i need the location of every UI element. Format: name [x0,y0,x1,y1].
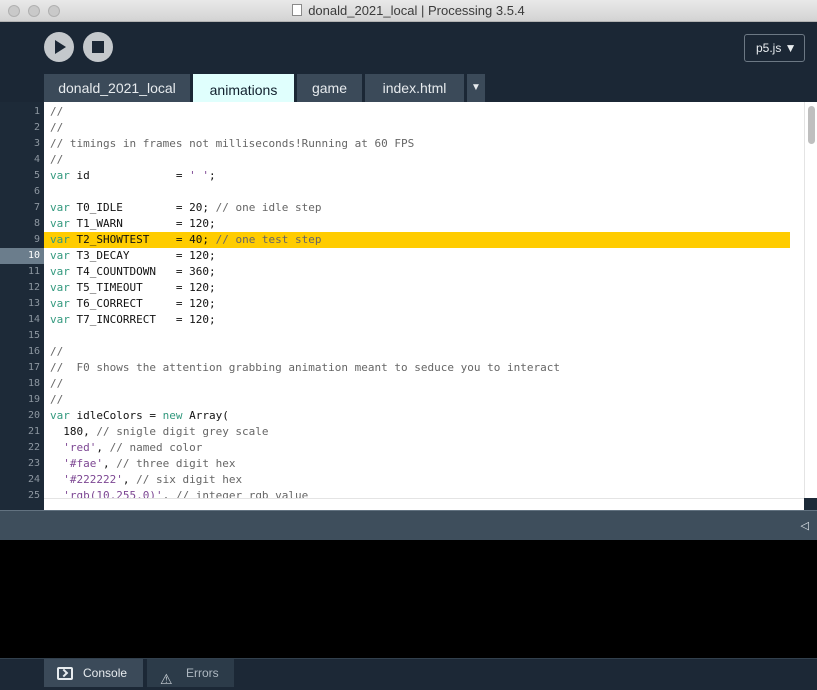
code-line[interactable]: 180, // snigle digit grey scale [50,424,790,440]
code-line[interactable]: // [50,152,790,168]
line-number: 1 [33,106,40,117]
line-number: 10 [27,250,40,261]
run-button[interactable] [44,32,74,62]
code-line[interactable]: var T4_COUNTDOWN = 360; [50,264,790,280]
line-number: 6 [33,186,40,197]
tab-animations[interactable]: animations [193,74,294,102]
line-number: 20 [27,410,40,421]
line-number-gutter: 1 2 3 4 5 6 7 8 9 10 11 12 13 14 15 16 17 18 19 20 21 22 23 24 2… [0,102,44,498]
editor-area: 1 2 3 4 5 6 7 8 9 10 11 12 13 14 15 16 17 18 19 20 21 22 23 24 2… [0,102,817,510]
document-icon [292,4,303,16]
processing-window: donald_2021_local | Processing 3.5.4 p5.… [0,0,817,690]
play-icon [55,40,66,54]
code-line[interactable]: // [50,104,790,120]
vertical-scrollbar[interactable] [804,102,817,498]
line-number: 8 [33,218,40,229]
tab-donald-2021-local[interactable]: donald_2021_local [44,74,190,102]
code-line[interactable]: var id = ' '; [50,168,790,184]
code-line[interactable]: var T0_IDLE = 20; // one idle step [50,200,790,216]
code-line[interactable]: '#fae', // three digit hex [50,456,790,472]
code-line[interactable] [50,328,790,344]
code-line[interactable]: var T5_TIMEOUT = 120; [50,280,790,296]
errors-tab[interactable]: ⚠ Errors [147,659,234,687]
code-editor[interactable]: ////// timings in frames not millisecond… [44,102,804,498]
code-line[interactable]: // [50,120,790,136]
line-number: 13 [27,298,40,309]
line-number: 19 [27,394,40,405]
line-number: 12 [27,282,40,293]
tab-game[interactable]: game [297,74,362,102]
console-tab-label: Console [83,666,128,680]
horizontal-scrollbar[interactable] [44,498,804,510]
line-number: 4 [33,154,40,165]
code-line[interactable]: var idleColors = new Array( [50,408,790,424]
code-line[interactable]: var T7_INCORRECT = 120; [50,312,790,328]
code-line[interactable]: 'rgb(10,255,0)', // integer rgb value [50,488,790,498]
tab-menu-button[interactable]: ▼ [467,74,485,102]
code-line[interactable]: var T2_SHOWTEST = 40; // one test step [44,232,790,248]
line-number: 24 [27,474,40,485]
console-output [0,540,817,658]
code-line[interactable]: '#222222', // six digit hex [50,472,790,488]
line-number: 23 [27,458,40,469]
code-line[interactable]: // [50,344,790,360]
code-line[interactable]: var T6_CORRECT = 120; [50,296,790,312]
code-line[interactable]: var T3_DECAY = 120; [50,248,790,264]
line-number: 2 [33,122,40,133]
line-number: 18 [27,378,40,389]
line-number: 11 [27,266,40,277]
stop-icon [92,41,104,53]
tab-bar: donald_2021_local animations game index.… [0,74,817,102]
vertical-scroll-thumb[interactable] [808,106,815,144]
code-line[interactable]: // timings in frames not milliseconds!Ru… [50,136,790,152]
line-number: 5 [33,170,40,181]
line-number: 17 [27,362,40,373]
stop-button[interactable] [83,32,113,62]
code-line[interactable]: // F0 shows the attention grabbing anima… [50,360,790,376]
line-number: 21 [27,426,40,437]
terminal-icon [57,667,73,680]
errors-tab-label: Errors [186,666,219,680]
mode-selector[interactable]: p5.js ▼ [744,34,805,62]
window-title-wrap: donald_2021_local | Processing 3.5.4 [0,0,817,22]
code-line[interactable]: var T1_WARN = 120; [50,216,790,232]
code-line[interactable]: // [50,392,790,408]
line-number: 25 [27,490,40,498]
line-number: 9 [33,234,40,245]
line-number: 22 [27,442,40,453]
code-line[interactable]: // [50,376,790,392]
line-number: 15 [27,330,40,341]
line-number: 3 [33,138,40,149]
line-number: 16 [27,346,40,357]
code-line[interactable]: 'red', // named color [50,440,790,456]
collapse-triangle-icon[interactable]: ◁ [801,519,809,532]
console-divider[interactable]: ◁ [0,510,817,540]
tab-index-html[interactable]: index.html [365,74,464,102]
title-bar: donald_2021_local | Processing 3.5.4 [0,0,817,22]
code-line[interactable] [50,184,790,200]
window-title: donald_2021_local | Processing 3.5.4 [308,3,525,18]
line-number: 14 [27,314,40,325]
console-tab[interactable]: Console [44,659,143,687]
toolbar: p5.js ▼ [0,22,817,74]
footer-tabs: Console ⚠ Errors [0,658,817,690]
warning-icon: ⚠ [160,671,173,687]
line-number: 7 [33,202,40,213]
